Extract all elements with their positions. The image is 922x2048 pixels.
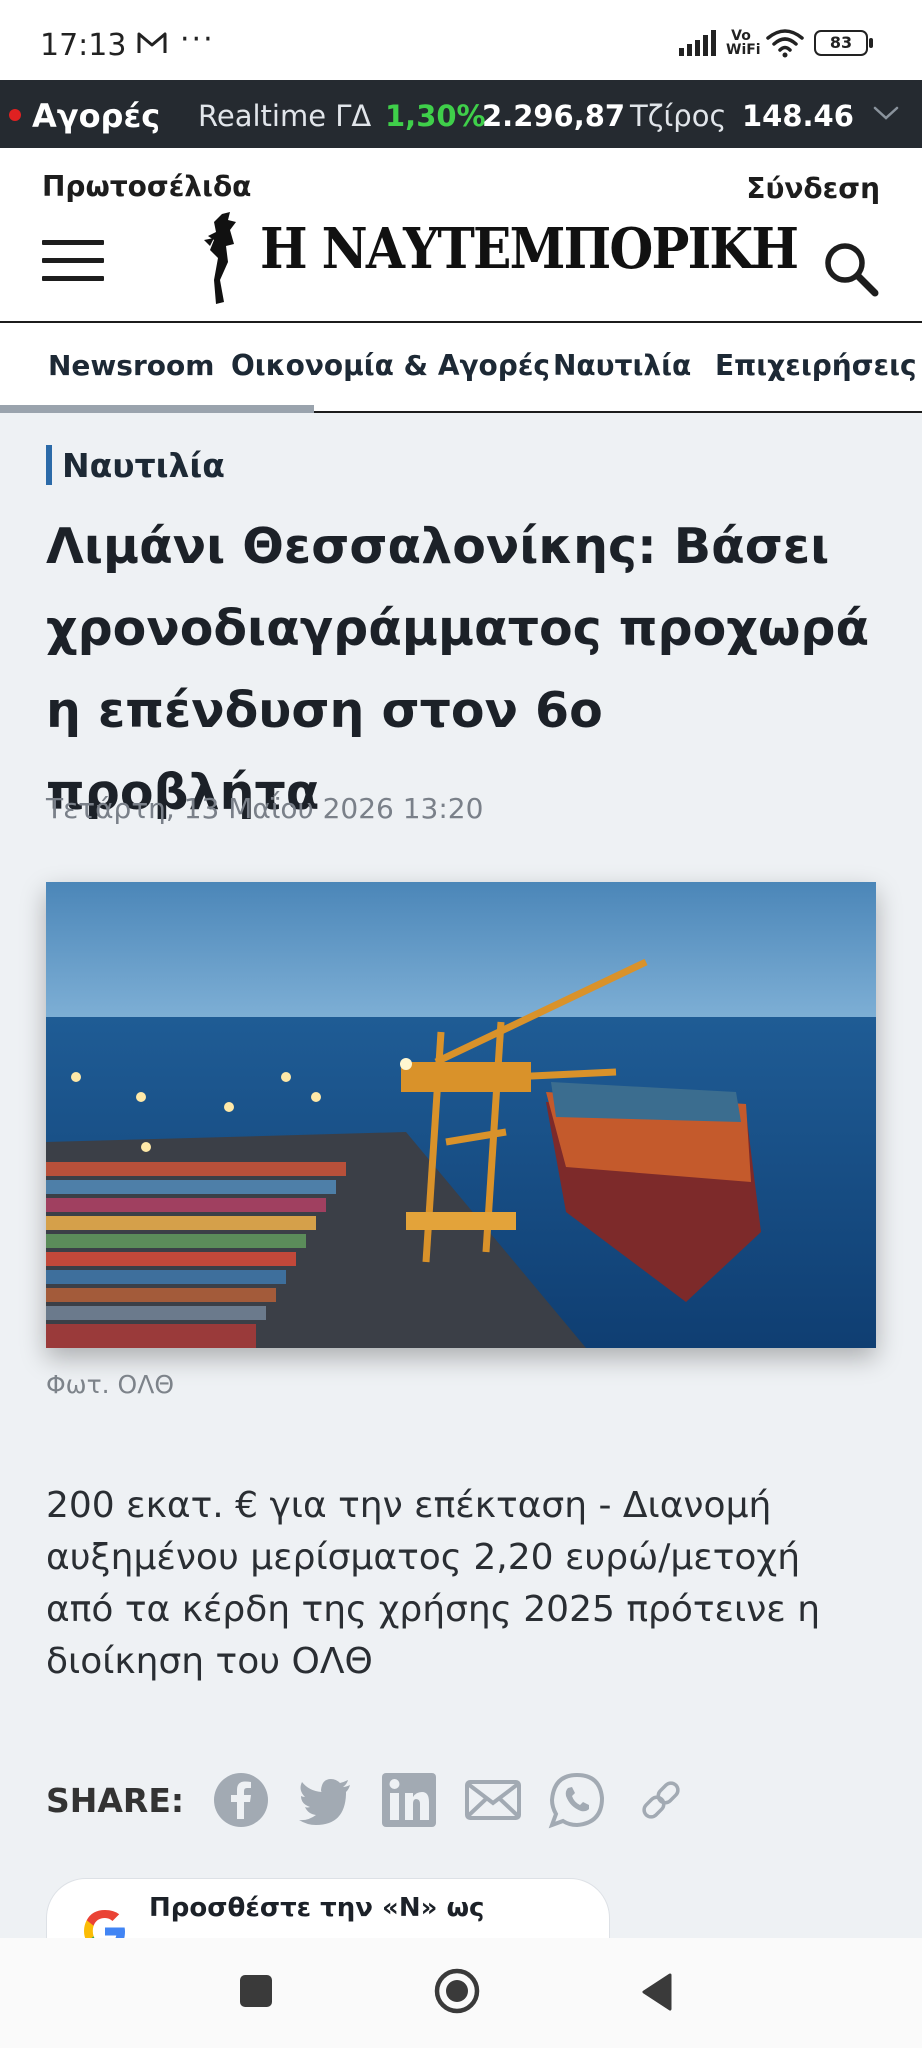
twitter-icon[interactable] [296, 1771, 354, 1829]
markets-label[interactable]: Αγορές [32, 97, 160, 135]
category-accent-bar [46, 445, 52, 485]
front-pages-link[interactable]: Πρωτοσέλιδα [42, 170, 251, 203]
nav-item-shipping[interactable]: Ναυτιλία [553, 349, 691, 382]
port-photo-illustration [46, 882, 876, 1348]
email-icon[interactable] [464, 1771, 522, 1829]
chevron-down-icon[interactable] [872, 103, 900, 123]
share-bar: SHARE: [46, 1770, 716, 1830]
whatsapp-icon[interactable] [548, 1771, 606, 1829]
turnover-label: Τζίρος [630, 99, 727, 133]
hamburger-menu-icon[interactable] [42, 240, 104, 286]
nav-scroll-indicator [0, 405, 314, 413]
link-icon[interactable] [632, 1771, 690, 1829]
wifi-icon [766, 29, 804, 58]
share-label: SHARE: [46, 1780, 185, 1820]
recents-button[interactable] [240, 1975, 272, 2007]
login-link[interactable]: Σύνδεση [746, 172, 880, 205]
index-label: Realtime ΓΔ [198, 99, 372, 133]
nav-item-economy-markets[interactable]: Οικονομία & Αγορές [231, 349, 550, 382]
nav-item-newsroom[interactable]: Newsroom [48, 349, 214, 382]
search-icon[interactable] [822, 240, 880, 298]
linkedin-icon[interactable] [380, 1771, 438, 1829]
system-navigation-bar [0, 1938, 922, 2048]
photo-caption: Φωτ. ΟΛΘ [46, 1370, 175, 1399]
status-time: 17:13 [40, 28, 127, 63]
home-button[interactable] [434, 1968, 480, 2014]
index-value: 2.296,87 [482, 99, 626, 133]
signal-icon [679, 30, 716, 56]
battery-icon: 83 [814, 30, 873, 56]
vowifi-label: Vo WiFi [726, 28, 761, 58]
facebook-icon[interactable] [212, 1771, 270, 1829]
article-photo[interactable] [46, 882, 876, 1348]
status-bar: 17:13 ··· Vo WiFi 83 [0, 0, 922, 80]
market-ticker[interactable]: Αγορές Realtime ΓΔ 1,30% 2.296,87 Τζίρος… [0, 80, 922, 148]
article-category[interactable]: Ναυτιλία [46, 444, 225, 486]
live-dot-icon [9, 109, 21, 121]
mail-icon [137, 32, 167, 53]
back-button[interactable] [640, 1972, 674, 2012]
article-date: Τετάρτη, 13 Μαΐου 2026 13:20 [46, 792, 484, 825]
turnover-value: 148.46 [742, 99, 854, 133]
logo-text: Η ΝΑΥΤΕΜΠΟΡΙΚΗ [260, 216, 799, 282]
more-notifications-icon: ··· [180, 22, 215, 57]
index-change: 1,30% [385, 99, 486, 133]
site-logo[interactable]: Η ΝΑΥΤΕΜΠΟΡΙΚΗ [200, 210, 799, 310]
article-lead: 200 εκατ. € για την επέκταση - Διανομή α… [46, 1485, 821, 1682]
article-title: Λιμάνι Θεσσαλονίκης: Βάσει χρονοδιαγράμμ… [46, 518, 870, 821]
google-card-text: Προσθέστε την «Ν» ως [149, 1893, 485, 1923]
status-indicators: Vo WiFi 83 [679, 26, 873, 60]
section-nav: Newsroom Οικονομία & Αγορές Ναυτιλία Επι… [0, 323, 922, 413]
site-header: Πρωτοσέλιδα Σύνδεση Η ΝΑΥΤΕΜΠΟΡΙΚΗ [0, 148, 922, 323]
category-label[interactable]: Ναυτιλία [62, 446, 225, 485]
hermes-logo-icon [204, 212, 236, 304]
nav-item-business[interactable]: Επιχειρήσεις [715, 349, 917, 382]
